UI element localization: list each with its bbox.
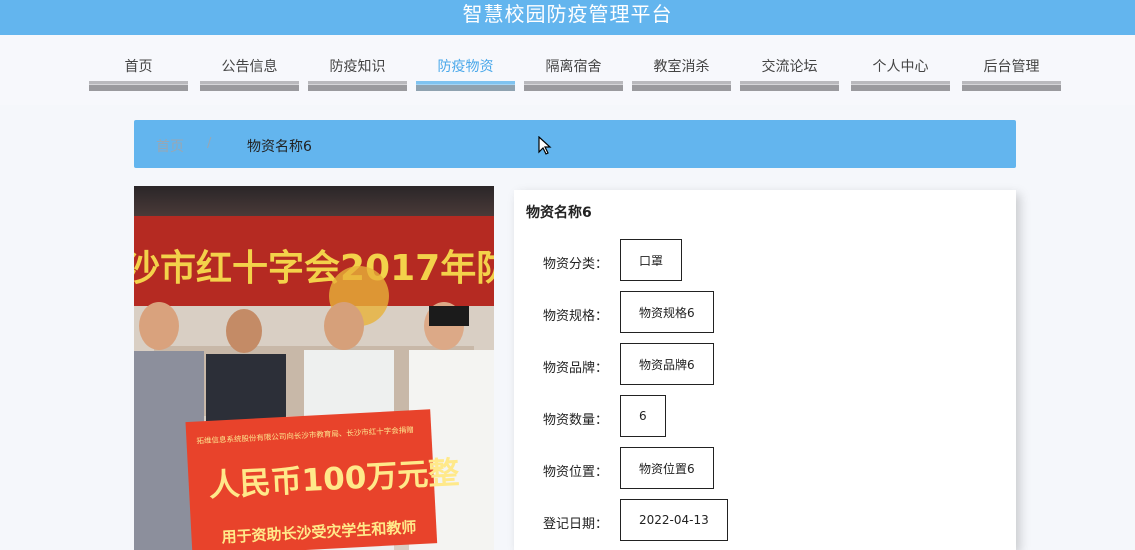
mouse-cursor-icon (538, 136, 552, 155)
nav-underline-personal-center (851, 81, 950, 91)
nav-item-announcements[interactable]: 公告信息 (200, 56, 299, 75)
nav-underline-announcements (200, 81, 299, 91)
nav-item-forum[interactable]: 交流论坛 (740, 56, 839, 75)
breadcrumb-separator: / (207, 136, 212, 151)
field-value-location: 物资位置6 (620, 447, 714, 489)
field-label-quantity: 物资数量： (543, 413, 609, 428)
breadcrumb: 首页 / 物资名称6 (134, 120, 1016, 168)
nav-underline-home (89, 81, 188, 91)
supply-name-title: 物资名称6 (526, 205, 592, 221)
main-nav: 首页 公告信息 防疫知识 防疫物资 隔离宿舍 教室消杀 交流论坛 个人中心 后台… (0, 35, 1135, 105)
nav-underline-quarantine-dorms (524, 81, 623, 91)
supply-photo: 沙市红十字会2017年防汛救灾捐赠 拓维信息系统股份有限公司向长沙市教育局、长沙… (134, 186, 494, 550)
field-label-spec: 物资规格： (543, 309, 609, 324)
nav-item-knowledge[interactable]: 防疫知识 (308, 56, 407, 75)
nav-item-quarantine-dorms[interactable]: 隔离宿舍 (524, 56, 623, 75)
field-value-quantity: 6 (620, 395, 666, 437)
photo-banner-text: 沙市红十字会2017年防汛救灾捐赠 (134, 248, 494, 289)
top-header: 智慧校园防疫管理平台 (0, 0, 1135, 35)
field-label-category: 物资分类： (543, 257, 609, 272)
supply-detail-panel: 物资名称6 物资分类： 口罩 物资规格： 物资规格6 物资品牌： 物资品牌6 物… (514, 190, 1016, 550)
field-label-location: 物资位置： (543, 465, 609, 480)
field-value-register-date: 2022-04-13 (620, 499, 728, 541)
field-value-category: 口罩 (620, 239, 683, 281)
field-label-brand: 物资品牌： (543, 361, 609, 376)
nav-underline-classroom-disinfection (632, 81, 731, 91)
app-title: 智慧校园防疫管理平台 (462, 2, 673, 26)
nav-underline-forum (740, 81, 839, 91)
nav-underline-admin (962, 81, 1061, 91)
breadcrumb-home-link[interactable]: 首页 (156, 136, 184, 156)
nav-item-home[interactable]: 首页 (89, 56, 188, 75)
field-value-brand: 物资品牌6 (620, 343, 714, 385)
field-label-register-date: 登记日期： (543, 517, 609, 532)
breadcrumb-current: 物资名称6 (247, 139, 312, 155)
nav-item-supplies[interactable]: 防疫物资 (416, 56, 515, 75)
nav-item-admin[interactable]: 后台管理 (962, 56, 1061, 75)
field-value-spec: 物资规格6 (620, 291, 714, 333)
nav-underline-knowledge (308, 81, 407, 91)
nav-item-classroom-disinfection[interactable]: 教室消杀 (632, 56, 731, 75)
nav-underline-supplies (416, 81, 515, 91)
nav-item-personal-center[interactable]: 个人中心 (851, 56, 950, 75)
